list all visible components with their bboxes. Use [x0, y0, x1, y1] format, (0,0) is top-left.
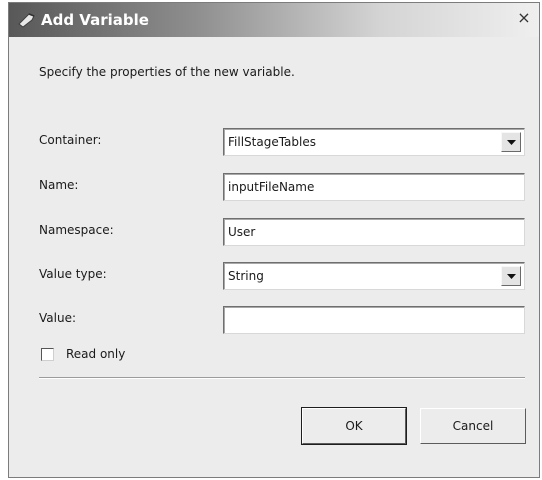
- value-type-label: Value type:: [39, 267, 107, 281]
- container-dropdown-button[interactable]: [501, 132, 521, 152]
- ok-button[interactable]: OK: [301, 407, 407, 445]
- name-input[interactable]: inputFileName: [223, 173, 525, 201]
- close-icon[interactable]: ×: [515, 7, 533, 29]
- namespace-input[interactable]: User: [223, 218, 525, 246]
- read-only-checkbox[interactable]: [41, 348, 54, 361]
- title-bar[interactable]: Add Variable ×: [9, 3, 539, 37]
- chevron-down-icon: [507, 274, 516, 279]
- value-type-value: String: [228, 269, 264, 283]
- variable-icon: [17, 11, 37, 29]
- container-dropdown[interactable]: FillStageTables: [223, 128, 525, 156]
- value-input[interactable]: [223, 306, 525, 334]
- cancel-button[interactable]: Cancel: [420, 408, 526, 444]
- name-label: Name:: [39, 178, 79, 192]
- container-value: FillStageTables: [228, 135, 316, 149]
- instructions-text: Specify the properties of the new variab…: [39, 65, 295, 79]
- value-type-dropdown-button[interactable]: [501, 266, 521, 286]
- value-label: Value:: [39, 311, 76, 325]
- dialog-title: Add Variable: [41, 11, 149, 29]
- namespace-label: Namespace:: [39, 223, 114, 237]
- read-only-label[interactable]: Read only: [66, 347, 125, 361]
- add-variable-dialog: Add Variable × Specify the properties of…: [8, 2, 540, 478]
- chevron-down-icon: [507, 140, 516, 145]
- separator: [39, 377, 525, 379]
- container-label: Container:: [39, 133, 102, 147]
- value-type-dropdown[interactable]: String: [223, 262, 525, 290]
